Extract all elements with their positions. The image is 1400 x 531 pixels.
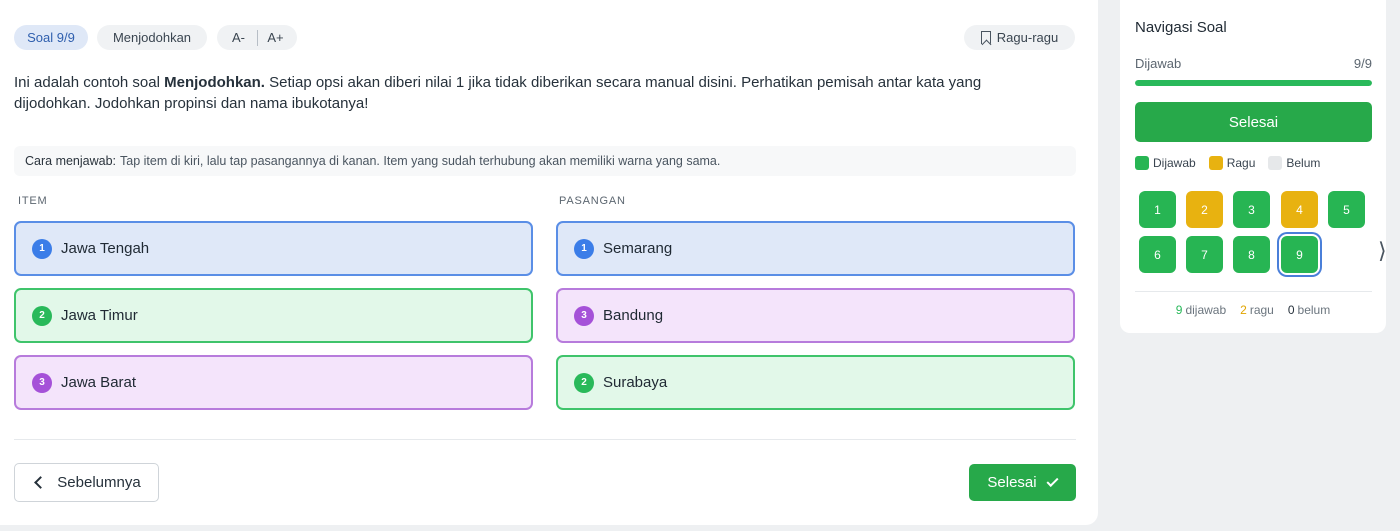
pair-column-header: PASANGAN [559,195,626,207]
question-nav-4[interactable]: 4 [1281,191,1318,228]
legend-answered: Dijawab [1135,156,1196,170]
question-type-emphasis: Menjodohkan. [164,74,265,91]
summary-answered-count: 9 [1175,303,1183,317]
question-type-badge: Menjodohkan [97,25,207,50]
status-legend: Dijawab Ragu Belum [1135,156,1333,170]
item-number-badge: 2 [32,305,52,326]
pair-option-label: Surabaya [603,374,668,391]
legend-ragu-label: Ragu [1226,156,1256,170]
instruction-box: Cara menjawab: Tap item di kiri, lalu ta… [14,146,1076,176]
check-icon [1046,474,1059,487]
navigator-title: Navigasi Soal [1135,19,1227,36]
sidebar-finish-label: Selesai [1228,113,1279,131]
ragu-ragu-button[interactable]: Ragu-ragu [964,25,1075,50]
instruction-text: Tap item di kiri, lalu tap pasangannya d… [120,154,721,168]
question-nav-8[interactable]: 8 [1233,236,1270,273]
chevron-left-icon [34,476,48,489]
sidebar-finish-button[interactable]: Selesai [1135,102,1372,142]
summary-answered-text: dijawab [1185,303,1227,317]
legend-belum-label: Belum [1286,156,1321,170]
progress-fill [1135,80,1372,86]
chevron-right-icon[interactable]: ⟩ [1378,238,1387,264]
summary-ragu-text: ragu [1249,303,1274,317]
font-increase-button[interactable]: A+ [259,30,293,45]
pair-option-label: Semarang [603,240,673,257]
summary-ragu-count: 2 [1240,303,1247,317]
summary-ragu: 2 ragu [1240,303,1274,317]
font-size-control: A- A+ [217,25,297,50]
finish-button[interactable]: Selesai [969,464,1076,501]
question-nav-6[interactable]: 6 [1139,236,1176,273]
progress-bar [1135,80,1372,86]
item-number-badge: 3 [32,372,52,393]
instruction-label: Cara menjawab: [25,154,117,168]
pair-option-semarang[interactable]: 1 Semarang [556,221,1075,276]
question-nav-1[interactable]: 1 [1139,191,1176,228]
pair-option-label: Bandung [603,307,664,324]
navigator-divider [1135,291,1372,292]
footer-divider [14,439,1076,440]
legend-ragu-swatch [1208,156,1223,170]
pair-option-surabaya[interactable]: 2 Surabaya [556,355,1075,410]
item-option-label: Jawa Timur [61,307,138,324]
summary-belum-count: 0 [1287,303,1295,317]
legend-answered-swatch [1135,156,1149,170]
legend-ragu: Ragu [1208,156,1256,170]
finish-button-label: Selesai [987,474,1037,491]
item-option-1[interactable]: 1 Jawa Tengah [14,221,533,276]
item-option-3[interactable]: 3 Jawa Barat [14,355,533,410]
question-type-label: Menjodohkan [112,30,192,45]
item-column-header: ITEM [18,195,48,207]
question-number-badge: Soal 9/9 [14,25,88,50]
font-control-separator [256,29,258,46]
font-decrease-button[interactable]: A- [222,30,256,45]
legend-answered-label: Dijawab [1153,156,1196,170]
legend-belum: Belum [1268,156,1320,170]
legend-belum-swatch [1268,156,1283,170]
item-number-badge: 1 [32,238,52,259]
summary-belum: 0 belum [1288,303,1330,317]
pair-number-badge: 3 [574,305,594,326]
ragu-ragu-label: Ragu-ragu [996,30,1059,45]
question-nav-2[interactable]: 2 [1186,191,1223,228]
summary-belum-text: belum [1297,303,1331,317]
pair-number-badge: 2 [574,372,594,393]
item-option-label: Jawa Barat [61,374,137,391]
question-navigator: Navigasi Soal Dijawab 9/9 Selesai Dijawa… [1120,0,1386,333]
question-nav-9-current[interactable]: 9 [1281,236,1318,273]
pair-option-bandung[interactable]: 3 Bandung [556,288,1075,343]
item-option-2[interactable]: 2 Jawa Timur [14,288,533,343]
answered-count: 9/9 [1353,56,1372,71]
summary-answered: 9 dijawab [1176,303,1226,317]
previous-button[interactable]: Sebelumnya [14,463,159,502]
question-panel: Soal 9/9 Menjodohkan A- A+ Ragu-ragu Ini… [0,0,1098,525]
item-option-label: Jawa Tengah [61,240,150,257]
question-nav-7[interactable]: 7 [1186,236,1223,273]
question-number-label: Soal 9/9 [27,30,75,45]
bookmark-icon [980,31,991,44]
previous-button-label: Sebelumnya [57,474,141,491]
question-prefix: Ini adalah contoh soal [14,74,165,91]
question-nav-5[interactable]: 5 [1328,191,1365,228]
question-text: Ini adalah contoh soal Menjodohkan. Seti… [14,72,1034,114]
question-nav-3[interactable]: 3 [1233,191,1270,228]
pair-number-badge: 1 [574,238,594,259]
answer-summary: 9 dijawab 2 ragu 0 belum [1120,303,1386,317]
answered-label: Dijawab [1135,56,1182,71]
